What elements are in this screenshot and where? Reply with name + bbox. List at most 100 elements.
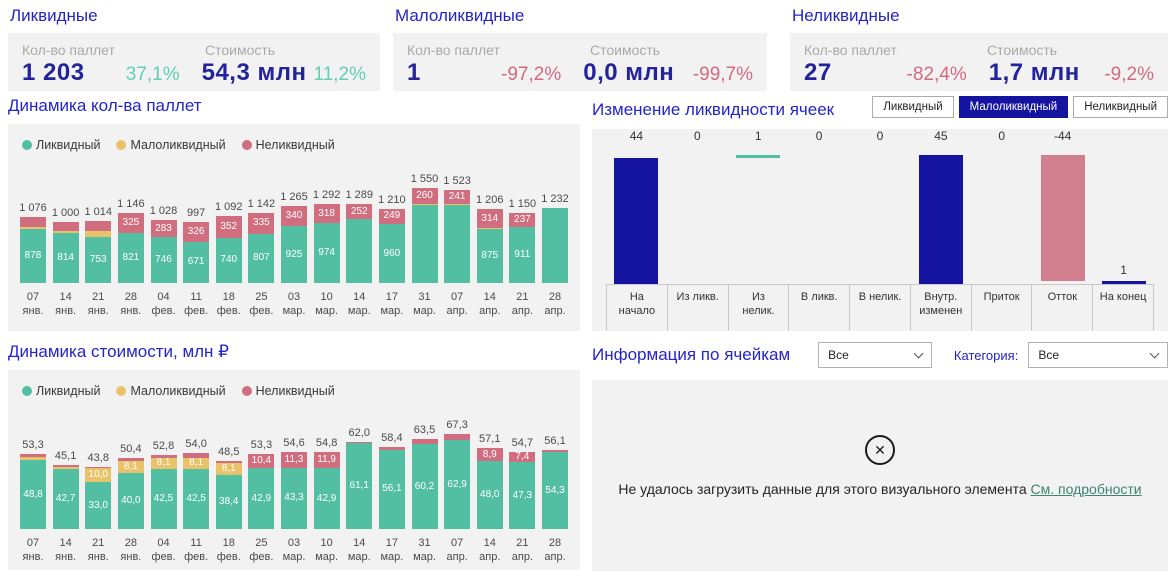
bar-stack[interactable]: 340 925 [281, 205, 307, 283]
bar-stack[interactable]: 42,7 [52, 465, 79, 529]
waterfall-bar[interactable] [1101, 281, 1146, 284]
bar-segment-liquid[interactable]: 42,9 [248, 468, 275, 529]
legend-item-liquid[interactable]: Ликвидный [22, 136, 100, 154]
bar-segment-illiquid[interactable]: 318 [313, 203, 340, 224]
bar-segment-liquid[interactable]: 821 [117, 232, 144, 283]
bar-segment-lowliquid[interactable]: 8,1 [150, 457, 177, 469]
bar-stack[interactable]: 318 974 [313, 203, 340, 283]
bar-segment-illiquid[interactable]: 352 [215, 216, 242, 238]
bar-stack[interactable]: 8,9 48,0 [476, 448, 503, 529]
bar-segment-lowliquid[interactable]: 8,1 [183, 457, 210, 469]
bar-stack[interactable]: 61,1 [346, 441, 373, 529]
bar-segment-liquid[interactable]: 875 [476, 229, 503, 283]
bar-stack[interactable]: 237 911 [509, 212, 536, 283]
bar-segment-illiquid[interactable]: 252 [346, 204, 373, 220]
bar-stack[interactable]: 814 [52, 221, 79, 283]
bar-stack[interactable]: 62,9 [444, 434, 471, 529]
bar-stack[interactable]: 8,1 38,4 [215, 460, 242, 529]
waterfall-bar[interactable] [736, 155, 781, 158]
bar-stack[interactable]: 10,0 33,0 [85, 467, 112, 529]
bar-stack[interactable]: 56,1 [378, 446, 405, 529]
bar-stack[interactable]: 283 746 [150, 220, 177, 283]
bar-stack[interactable]: 8,1 42,5 [150, 454, 177, 529]
bar-segment-liquid[interactable]: 960 [378, 224, 405, 283]
bar-stack[interactable]: 10,4 42,9 [248, 453, 275, 529]
bar-segment-liquid[interactable]: 40,0 [117, 472, 144, 529]
bar-segment-liquid[interactable]: 38,4 [215, 474, 242, 529]
bar-stack[interactable]: 11,9 42,9 [313, 451, 340, 529]
bar-segment-liquid[interactable]: 48,8 [20, 460, 46, 529]
bar-segment-liquid[interactable]: 54,3 [542, 452, 568, 529]
bar-segment-illiquid[interactable]: 8,9 [476, 448, 503, 461]
bar-stack[interactable]: 54,3 [542, 449, 568, 529]
bar-segment-liquid[interactable]: 753 [85, 236, 112, 283]
bar-stack[interactable]: 753 [85, 220, 112, 283]
bar-segment-illiquid[interactable]: 260 [411, 188, 438, 204]
bar-segment-illiquid[interactable] [52, 221, 79, 232]
bar-segment-liquid[interactable]: 42,7 [52, 468, 79, 529]
bar-segment-liquid[interactable]: 60,2 [411, 444, 438, 529]
bar-stack[interactable]: 48,8 [20, 453, 46, 529]
bar-segment-liquid[interactable]: 62,9 [444, 440, 471, 529]
bar-segment-illiquid[interactable]: 237 [509, 212, 536, 228]
bar-segment-lowliquid[interactable]: 10,0 [85, 468, 112, 483]
bar-segment-illiquid[interactable]: 11,9 [313, 451, 340, 469]
bar-segment-illiquid[interactable]: 249 [378, 208, 405, 225]
category-dropdown[interactable]: Все [1028, 342, 1168, 368]
legend-item-illiquid[interactable]: Неликвидный [241, 136, 335, 154]
bar-stack[interactable]: 335 807 [248, 213, 275, 283]
cell-filter-dropdown[interactable]: Все [818, 342, 932, 368]
waterfall-bar[interactable] [918, 155, 963, 284]
bar-segment-liquid[interactable]: 740 [215, 237, 242, 283]
bar-segment-liquid[interactable]: 671 [183, 241, 210, 283]
bar-stack[interactable]: 252 [346, 204, 373, 283]
bar-stack[interactable]: 878 [20, 217, 46, 283]
bar-segment-liquid[interactable] [346, 219, 373, 283]
bar-segment-liquid[interactable]: 911 [509, 227, 536, 283]
bar-segment-illiquid[interactable]: 325 [117, 212, 144, 233]
waterfall-bar[interactable] [1040, 155, 1085, 282]
bar-segment-liquid[interactable]: 878 [20, 229, 46, 283]
bar-segment-liquid[interactable] [444, 205, 471, 283]
bar-stack[interactable]: 260 [411, 188, 438, 283]
bar-segment-liquid[interactable] [411, 204, 438, 283]
bar-segment-liquid[interactable]: 48,0 [476, 461, 503, 529]
bar-segment-liquid[interactable]: 47,3 [509, 462, 536, 529]
waterfall-bar[interactable] [614, 157, 659, 284]
filter-button-liquid[interactable]: Ликвидный [872, 96, 954, 118]
bar-stack[interactable]: 60,2 [411, 439, 438, 529]
legend-item-illiquid[interactable]: Неликвидный [241, 382, 335, 400]
bar-segment-illiquid[interactable]: 314 [476, 209, 503, 229]
bar-segment-liquid[interactable] [542, 208, 568, 283]
bar-segment-illiquid[interactable]: 11,3 [281, 451, 307, 468]
bar-segment-illiquid[interactable]: 7,4 [509, 452, 536, 463]
bar-segment-illiquid[interactable] [85, 220, 112, 232]
bar-segment-liquid[interactable]: 42,5 [183, 469, 210, 529]
bar-stack[interactable]: 8,1 40,0 [117, 457, 144, 529]
bar-segment-illiquid[interactable]: 241 [444, 189, 471, 205]
bar-segment-illiquid[interactable]: 283 [150, 220, 177, 238]
bar-segment-liquid[interactable]: 807 [248, 233, 275, 283]
bar-segment-illiquid[interactable]: 335 [248, 213, 275, 234]
bar-segment-lowliquid[interactable]: 8,1 [215, 463, 242, 475]
bar-segment-lowliquid[interactable]: 8,1 [117, 461, 144, 473]
bar-segment-liquid[interactable]: 43,3 [281, 467, 307, 529]
bar-stack[interactable] [542, 207, 568, 283]
bar-segment-illiquid[interactable] [20, 217, 46, 227]
details-link[interactable]: См. подробности [1031, 481, 1142, 497]
bar-segment-liquid[interactable]: 61,1 [346, 442, 373, 529]
legend-item-lowliquid[interactable]: Малоликвидный [116, 382, 226, 400]
bar-stack[interactable]: 325 821 [117, 212, 144, 283]
bar-stack[interactable]: 326 671 [183, 221, 210, 283]
bar-segment-illiquid[interactable]: 326 [183, 221, 210, 242]
filter-button-lowliquid[interactable]: Малоликвидный [958, 96, 1069, 118]
bar-segment-illiquid[interactable]: 10,4 [248, 453, 275, 469]
legend-item-lowliquid[interactable]: Малоликвидный [116, 136, 226, 154]
bar-segment-liquid[interactable]: 33,0 [85, 482, 112, 529]
legend-item-liquid[interactable]: Ликвидный [22, 382, 100, 400]
bar-stack[interactable]: 241 [444, 189, 471, 283]
bar-segment-liquid[interactable]: 42,5 [150, 469, 177, 529]
bar-segment-liquid[interactable]: 746 [150, 237, 177, 283]
bar-segment-illiquid[interactable]: 340 [281, 205, 307, 227]
bar-segment-liquid[interactable]: 814 [52, 233, 79, 283]
